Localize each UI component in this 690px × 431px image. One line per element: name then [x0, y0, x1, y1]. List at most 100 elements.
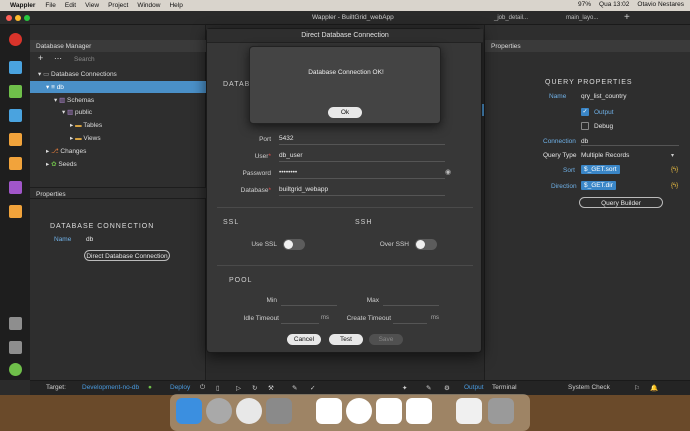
create-timeout-input[interactable] — [393, 313, 427, 324]
gear-icon[interactable] — [9, 341, 22, 354]
user-input[interactable]: db_user — [279, 151, 445, 162]
notification-icon[interactable]: ⚐ — [634, 384, 640, 392]
resources-icon[interactable] — [9, 157, 22, 170]
chevron-down-icon: ▾ — [54, 97, 58, 104]
password-input[interactable]: •••••••• — [279, 168, 445, 179]
menu-file[interactable]: File — [45, 2, 55, 9]
tree-database-connections[interactable]: ▾ ▭ Database Connections — [30, 68, 206, 80]
seed-icon: ✿ — [51, 161, 57, 168]
sort-value[interactable]: $_GET.sort — [581, 165, 620, 174]
more-icon[interactable]: ⋯ — [54, 54, 62, 63]
check-icon[interactable]: ✓ — [310, 384, 315, 392]
workflows-icon[interactable] — [9, 85, 22, 98]
database-input[interactable]: builtgrid_webapp — [279, 185, 445, 196]
chevron-down-icon: ▾ — [46, 84, 50, 91]
menu-window[interactable]: Window — [137, 2, 160, 9]
debug-checkbox[interactable] — [581, 122, 589, 130]
menu-view[interactable]: View — [85, 2, 99, 9]
max-input[interactable] — [383, 295, 439, 306]
brush-icon[interactable]: ✎ — [292, 384, 297, 392]
minimize-dot[interactable] — [15, 15, 21, 21]
test-button[interactable]: Test — [329, 334, 363, 345]
direct-db-connection-button[interactable]: Direct Database Connection — [84, 250, 170, 261]
chrome-icon[interactable] — [236, 398, 262, 424]
add-icon[interactable]: + — [38, 53, 43, 63]
bell-icon[interactable]: 🔔 — [650, 384, 658, 392]
brush-icon[interactable]: ✎ — [426, 384, 431, 392]
tab-job-detail[interactable]: _job_detail... — [488, 13, 534, 24]
dynamic-data-icon[interactable]: {ϟ} — [671, 183, 678, 189]
min-input[interactable] — [281, 295, 337, 306]
assets-icon[interactable] — [9, 181, 22, 194]
tree-db[interactable]: ▾ ≡ db — [30, 81, 206, 93]
pages-icon[interactable] — [9, 61, 22, 74]
output-checkbox[interactable]: ✓ — [581, 108, 589, 116]
power-icon[interactable]: ⏻ — [200, 384, 205, 392]
status-bar: Target: Development-no-db ● Deploy ⏻ ▯ ▷… — [30, 380, 690, 395]
vscode-icon[interactable] — [376, 398, 402, 424]
menubar-clock[interactable]: Qua 13:02 — [599, 1, 629, 8]
connection-select[interactable]: db — [581, 138, 679, 146]
port-input[interactable]: 5432 — [279, 134, 445, 145]
close-dot[interactable] — [6, 15, 12, 21]
zoom-dot[interactable] — [24, 15, 30, 21]
direction-value[interactable]: $_GET.dir — [581, 181, 616, 190]
wappler-logo-icon[interactable] — [9, 33, 22, 46]
finder-icon[interactable] — [176, 398, 202, 424]
launchpad-icon[interactable] — [206, 398, 232, 424]
eye-icon[interactable]: ◉ — [445, 168, 451, 176]
tree-changes[interactable]: ▸ ⎇ Changes — [30, 145, 206, 157]
ok-button[interactable]: Ok — [328, 107, 362, 118]
save-button[interactable]: Save — [369, 334, 403, 345]
use-ssl-toggle[interactable] — [283, 239, 305, 250]
tab-main-layout[interactable]: main_layo... — [560, 13, 604, 24]
battery-indicator[interactable]: 97% — [578, 1, 591, 8]
refresh-icon[interactable]: ↻ — [252, 384, 257, 392]
tree-views[interactable]: ▸ ▬ Views — [30, 132, 206, 144]
settings-icon[interactable] — [266, 398, 292, 424]
trash-icon[interactable] — [488, 398, 514, 424]
menu-edit[interactable]: Edit — [65, 2, 76, 9]
database-icon[interactable] — [9, 109, 22, 122]
extensions-icon[interactable] — [9, 317, 22, 330]
query-name-value[interactable]: qry_list_country — [581, 93, 627, 100]
target-select[interactable]: Development-no-db — [82, 384, 139, 391]
query-builder-button[interactable]: Query Builder — [579, 197, 663, 208]
query-type-select[interactable]: Multiple Records — [581, 152, 629, 159]
right-panel: Properties QUERY PROPERTIES Name qry_lis… — [484, 25, 690, 380]
play-icon[interactable]: ▷ — [236, 384, 241, 392]
build-icon[interactable]: ⚒ — [268, 384, 274, 392]
cancel-button[interactable]: Cancel — [287, 334, 321, 345]
menu-project[interactable]: Project — [108, 2, 128, 9]
over-ssh-toggle[interactable] — [415, 239, 437, 250]
name-value[interactable]: db — [86, 236, 93, 243]
user-avatar-icon[interactable] — [9, 363, 22, 376]
db-icon: ≡ — [51, 84, 55, 91]
tools-icon[interactable]: ⚙ — [444, 384, 450, 392]
tree-schemas[interactable]: ▾ ▥ Schemas — [30, 94, 206, 106]
asana-icon[interactable] — [316, 398, 342, 424]
menubar-user[interactable]: Otavio Nestares — [637, 1, 684, 8]
dynamic-data-icon[interactable]: {ϟ} — [671, 167, 678, 173]
search-input[interactable]: Search — [74, 56, 95, 63]
stop-icon[interactable]: ▯ — [216, 384, 220, 392]
wrench-icon[interactable]: ✦ — [402, 384, 407, 392]
postgres-icon[interactable] — [406, 398, 432, 424]
system-check-button[interactable]: System Check — [568, 384, 610, 391]
documents-icon[interactable] — [456, 398, 482, 424]
output-tab[interactable]: Output — [464, 384, 484, 391]
chevron-down-icon: ▾ — [671, 153, 675, 159]
menu-help[interactable]: Help — [169, 2, 182, 9]
terminal-tab[interactable]: Terminal — [492, 384, 517, 391]
app-menu[interactable]: Wappler — [10, 2, 35, 9]
idle-timeout-input[interactable] — [281, 313, 319, 324]
server-connect-icon[interactable] — [9, 133, 22, 146]
tree-seeds[interactable]: ▸ ✿ Seeds — [30, 158, 206, 170]
add-tab-icon[interactable]: + — [624, 12, 630, 23]
changes-icon: ⎇ — [51, 148, 59, 155]
tree-tables[interactable]: ▸ ▬ Tables — [30, 119, 206, 131]
wappler-dock-icon[interactable] — [346, 398, 372, 424]
search-icon[interactable] — [9, 205, 22, 218]
deploy-button[interactable]: Deploy — [170, 384, 190, 391]
tree-public[interactable]: ▾ ▥ public — [30, 106, 206, 118]
